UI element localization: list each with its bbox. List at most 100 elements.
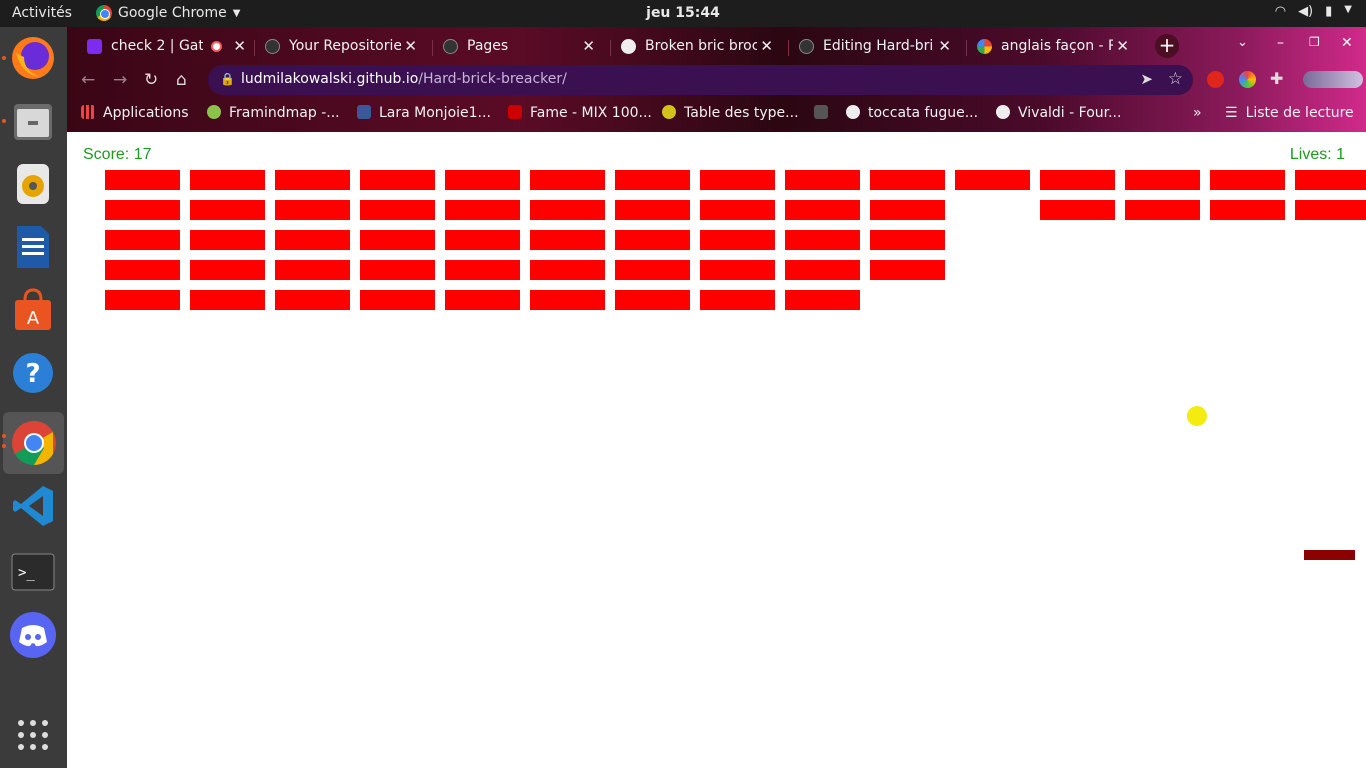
- terminal-launcher[interactable]: >_: [8, 546, 58, 598]
- brick: [275, 170, 350, 190]
- tab-anglais-facon[interactable]: anglais façon - R ✕: [957, 32, 1135, 61]
- tab-pages[interactable]: Pages ✕: [423, 32, 601, 61]
- software-launcher[interactable]: A: [8, 284, 58, 336]
- clock[interactable]: jeu 15:44: [0, 5, 1366, 21]
- bookmark-label: Framindmap -...: [229, 105, 340, 121]
- close-tab-icon[interactable]: ✕: [1116, 37, 1129, 55]
- brick: [105, 290, 180, 310]
- brick: [360, 200, 435, 220]
- writer-launcher[interactable]: [8, 221, 58, 273]
- tab-editing-hard-brick[interactable]: Editing Hard-bri ✕: [779, 32, 957, 61]
- send-tab-icon[interactable]: ➤: [1140, 70, 1153, 88]
- bookmark-label: Lara Monjoie1...: [379, 105, 491, 121]
- brick: [870, 170, 945, 190]
- paddle[interactable]: [1304, 550, 1355, 560]
- brick: [615, 290, 690, 310]
- github-icon: [265, 39, 280, 54]
- tab-broken-bric-broc[interactable]: Broken bric broc ✕: [601, 32, 779, 61]
- chrome-launcher[interactable]: [2, 412, 64, 474]
- bookmark-label: Table des type...: [684, 105, 799, 121]
- extensions-puzzle-icon[interactable]: ✚: [1270, 69, 1283, 88]
- globe-icon: [996, 105, 1010, 119]
- discord-launcher[interactable]: [8, 609, 58, 661]
- brick: [190, 290, 265, 310]
- brick: [870, 200, 945, 220]
- bookmark-vivaldi[interactable]: Vivaldi - Four...: [996, 105, 1121, 121]
- brick: [615, 200, 690, 220]
- reading-list-label: Liste de lecture: [1245, 105, 1354, 121]
- bookmark-table-des-types[interactable]: Table des type...: [662, 105, 799, 121]
- extension-red-icon[interactable]: [1207, 71, 1224, 88]
- show-applications-button[interactable]: [8, 709, 58, 761]
- bookmark-star-icon[interactable]: ☆: [1168, 69, 1183, 89]
- brick: [615, 230, 690, 250]
- reading-list-button[interactable]: ☰ Liste de lecture: [1225, 105, 1354, 121]
- brick: [700, 260, 775, 280]
- google-icon: [977, 39, 992, 54]
- brick: [275, 230, 350, 250]
- brick: [530, 290, 605, 310]
- bookmark-fame-mix[interactable]: Fame - MIX 100...: [508, 105, 652, 121]
- close-tab-icon[interactable]: ✕: [404, 37, 417, 55]
- brick: [530, 230, 605, 250]
- url-host: ludmilakowalski.github.io: [241, 71, 419, 87]
- tab-your-repositories[interactable]: Your Repositorie ✕: [245, 32, 423, 61]
- tab-label: Broken bric broc: [645, 38, 757, 54]
- lock-icon: 🔒: [220, 72, 235, 86]
- brick: [445, 170, 520, 190]
- close-tab-icon[interactable]: ✕: [582, 37, 595, 55]
- firefox-launcher[interactable]: [2, 32, 58, 84]
- home-icon[interactable]: ⌂: [176, 70, 187, 90]
- tab-strip: check 2 | Gath ✕ Your Repositorie ✕ Page…: [67, 27, 1366, 61]
- svg-text:A: A: [27, 308, 40, 329]
- brick: [1125, 200, 1200, 220]
- bookmark-applications[interactable]: Applications: [81, 105, 189, 121]
- browser-toolbar: ← → ↻ ⌂ 🔒 ludmilakowalski.github.io/Hard…: [67, 61, 1366, 99]
- close-tab-icon[interactable]: ✕: [938, 37, 951, 55]
- tab-search-icon[interactable]: ⌄: [1237, 35, 1248, 50]
- system-top-bar: Activités Google Chrome ▼ jeu 15:44 ◠ ◀)…: [0, 0, 1366, 27]
- bookmark-toccata-fugue[interactable]: toccata fugue...: [846, 105, 978, 121]
- help-icon: ?: [13, 353, 53, 393]
- bookmark-framindmap[interactable]: Framindmap -...: [207, 105, 340, 121]
- close-window-icon[interactable]: ✕: [1341, 35, 1353, 51]
- w-icon: [814, 105, 828, 119]
- bookmark-label: toccata fugue...: [868, 105, 979, 121]
- vscode-icon: [13, 486, 53, 526]
- bookmark-w[interactable]: [814, 105, 836, 121]
- brick: [785, 260, 860, 280]
- globe-icon: [846, 105, 860, 119]
- brick: [445, 200, 520, 220]
- close-tab-icon[interactable]: ✕: [760, 37, 773, 55]
- tab-label: Editing Hard-bri: [823, 38, 934, 54]
- restore-icon[interactable]: ❐: [1309, 35, 1320, 49]
- system-tray[interactable]: ◠ ◀) ▮ ▼: [1275, 4, 1352, 19]
- brick: [275, 290, 350, 310]
- bookmark-lara-monjoie[interactable]: Lara Monjoie1...: [357, 105, 491, 121]
- minimize-icon[interactable]: –: [1277, 35, 1284, 51]
- tab-check-2[interactable]: check 2 | Gath ✕: [67, 32, 252, 61]
- profile-theme-icon[interactable]: [1303, 71, 1363, 88]
- game-page[interactable]: Score: 17 Lives: 1: [67, 132, 1366, 768]
- bookmark-label: Fame - MIX 100...: [530, 105, 652, 121]
- files-launcher[interactable]: [2, 95, 58, 147]
- back-arrow-icon[interactable]: ←: [81, 70, 95, 90]
- brick: [1040, 200, 1115, 220]
- brick: [105, 230, 180, 250]
- new-tab-button[interactable]: +: [1155, 34, 1179, 58]
- help-launcher[interactable]: ?: [8, 347, 58, 399]
- brick: [360, 170, 435, 190]
- svg-text:?: ?: [25, 359, 40, 389]
- reload-icon[interactable]: ↻: [144, 70, 158, 90]
- document-icon: [17, 226, 49, 268]
- tab-label: Your Repositorie: [289, 38, 401, 54]
- brick: [870, 230, 945, 250]
- extension-color-icon[interactable]: [1239, 71, 1256, 88]
- rhythmbox-launcher[interactable]: [8, 158, 58, 210]
- forward-arrow-icon[interactable]: →: [113, 70, 127, 90]
- brick: [190, 200, 265, 220]
- bookmarks-bar: Applications Framindmap -... Lara Monjoi…: [67, 99, 1366, 132]
- address-bar[interactable]: 🔒 ludmilakowalski.github.io/Hard-brick-b…: [208, 65, 1193, 95]
- more-bookmarks-icon[interactable]: »: [1193, 105, 1202, 121]
- vscode-launcher[interactable]: [8, 480, 58, 532]
